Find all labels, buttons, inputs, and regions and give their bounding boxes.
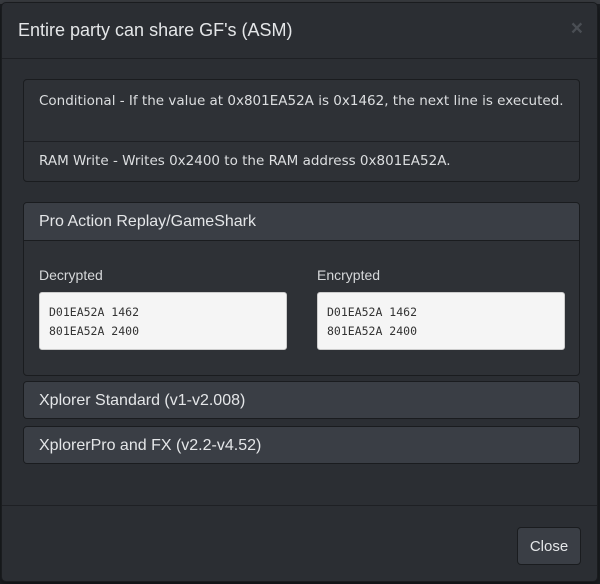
close-button[interactable]: Close — [517, 527, 581, 565]
xplorer-standard-panel-heading[interactable]: Xplorer Standard (v1-v2.008) — [24, 382, 579, 418]
encrypted-code-box[interactable]: D01EA52A 1462 801EA52A 2400 — [317, 292, 565, 350]
xplorer-pro-panel-heading[interactable]: XplorerPro and FX (v2.2-v4.52) — [24, 427, 579, 463]
action-replay-panel-title: Pro Action Replay/GameShark — [39, 213, 256, 230]
xplorer-pro-panel-title: XplorerPro and FX (v2.2-v4.52) — [39, 437, 262, 454]
modal-header: Entire party can share GF's (ASM) × — [2, 3, 597, 59]
decrypted-label: Decrypted — [39, 267, 103, 283]
divider — [24, 141, 579, 142]
xplorer-standard-panel-title: Xplorer Standard (v1-v2.008) — [39, 392, 246, 409]
code-description-panel: Conditional - If the value at 0x801EA52A… — [23, 79, 580, 182]
cheat-code-modal: Entire party can share GF's (ASM) × Cond… — [1, 2, 598, 582]
decrypted-code-box[interactable]: D01EA52A 1462 801EA52A 2400 — [39, 292, 287, 350]
xplorer-standard-panel: Xplorer Standard (v1-v2.008) — [23, 381, 580, 419]
modal-footer-divider — [2, 505, 597, 506]
encrypted-label: Encrypted — [317, 267, 381, 283]
action-replay-panel: Pro Action Replay/GameShark Decrypted D0… — [23, 202, 580, 376]
close-icon[interactable]: × — [571, 17, 583, 41]
action-replay-panel-heading[interactable]: Pro Action Replay/GameShark — [24, 203, 579, 241]
description-conditional: Conditional - If the value at 0x801EA52A… — [39, 93, 564, 109]
modal-title: Entire party can share GF's (ASM) — [18, 20, 293, 40]
description-ram-write: RAM Write - Writes 0x2400 to the RAM add… — [39, 153, 451, 169]
xplorer-pro-panel: XplorerPro and FX (v2.2-v4.52) — [23, 426, 580, 464]
